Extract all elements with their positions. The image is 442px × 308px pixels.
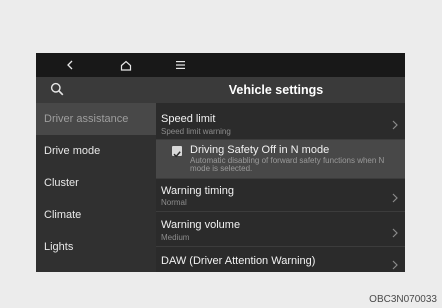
chevron-right-icon	[392, 193, 398, 203]
setting-subtitle: Medium	[161, 233, 190, 242]
sidebar-item-lights[interactable]: Lights	[36, 231, 156, 263]
sidebar-item-label: Drive mode	[44, 145, 101, 157]
sidebar-item-driver-assistance[interactable]: Driver assistance	[36, 103, 156, 135]
chevron-right-icon	[392, 228, 398, 238]
sidebar-item-climate[interactable]: Climate	[36, 199, 156, 231]
checkmark-icon	[173, 151, 181, 158]
setting-subtitle: Normal	[161, 198, 187, 207]
chevron-right-icon	[392, 260, 398, 270]
setting-title: Warning volume	[161, 219, 241, 231]
driving-safety-checkbox[interactable]	[172, 146, 182, 158]
chevron-right-icon	[392, 120, 398, 130]
sidebar-item-drive-mode[interactable]: Drive mode	[36, 135, 156, 167]
sidebar-item-label: Lights	[44, 241, 74, 253]
settings-list: Speed limit Speed limit warning Driving …	[156, 103, 405, 272]
header-bar: Vehicle settings	[36, 77, 405, 103]
setting-title: DAW (Driver Attention Warning)	[161, 255, 316, 267]
setting-row-driving-safety-off[interactable]: Driving Safety Off in N mode Automatic d…	[156, 140, 405, 178]
page-title: Vehicle settings	[228, 83, 324, 97]
setting-description: Automatic disabling of forward safety fu…	[190, 156, 385, 173]
setting-row-daw[interactable]: DAW (Driver Attention Warning)	[156, 247, 405, 272]
infotainment-screen: Vehicle settings Driver assistance Drive…	[36, 53, 405, 272]
figure-code: OBC3N070033	[369, 294, 437, 305]
sidebar-item-label: Driver assistance	[44, 113, 129, 125]
setting-title: Driving Safety Off in N mode	[190, 144, 330, 156]
home-icon	[120, 60, 132, 71]
setting-row-speed-limit[interactable]: Speed limit Speed limit warning	[156, 103, 405, 139]
setting-title: Speed limit	[161, 113, 216, 125]
sidebar-item-label: Climate	[44, 209, 82, 221]
sidebar: Driver assistance Drive mode Cluster Cli…	[36, 103, 156, 272]
chevron-left-icon	[67, 60, 73, 70]
sidebar-item-cluster[interactable]: Cluster	[36, 167, 156, 199]
top-bar	[36, 53, 405, 77]
back-button[interactable]	[58, 53, 82, 77]
sidebar-item-label: Cluster	[44, 177, 79, 189]
setting-row-warning-timing[interactable]: Warning timing Normal	[156, 179, 405, 211]
setting-subtitle: Speed limit warning	[161, 127, 231, 136]
menu-icon	[175, 61, 185, 69]
setting-title: Warning timing	[161, 185, 234, 197]
search-button[interactable]	[50, 82, 68, 100]
home-button[interactable]	[114, 53, 138, 77]
setting-row-warning-volume[interactable]: Warning volume Medium	[156, 212, 405, 246]
menu-button[interactable]	[168, 53, 192, 77]
search-icon	[50, 82, 64, 96]
